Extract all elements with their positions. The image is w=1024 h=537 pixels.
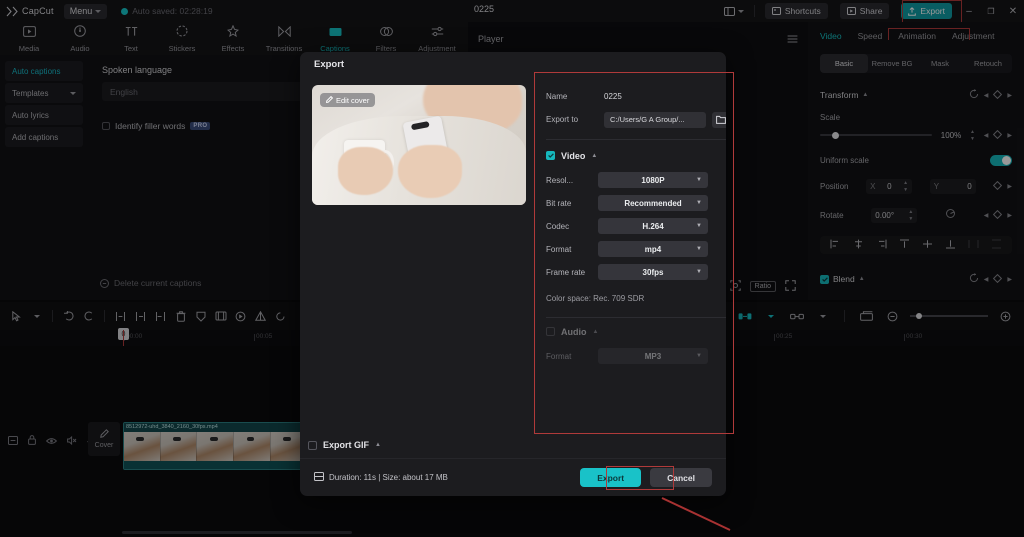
divider	[546, 317, 726, 318]
audio-format-row: Format MP3 ▼	[546, 348, 726, 364]
browse-folder-button[interactable]	[712, 111, 726, 128]
export-path-field[interactable]: C:/Users/G A Group/...	[604, 111, 706, 128]
export-gif-checkbox[interactable]	[308, 440, 317, 450]
export-dialog-title: Export	[314, 59, 345, 70]
bitrate-select[interactable]: Recommended ▼	[598, 195, 708, 211]
framerate-row: Frame rate 30fps ▼	[546, 264, 726, 280]
export-settings-section: Name 0225 Export to C:/Users/G A Group/.…	[538, 77, 726, 432]
audio-format-value: MP3	[644, 351, 662, 361]
resolution-select[interactable]: 1080P ▼	[598, 172, 708, 188]
color-space-label: Color space: Rec. 709 SDR	[546, 294, 645, 303]
export-gif-row: Export GIF ▲	[300, 432, 726, 458]
export-dialog-body: Edit cover Name 0225 Export to C:/Users/…	[300, 77, 726, 432]
audio-format-select: MP3 ▼	[598, 348, 708, 364]
format-value: mp4	[644, 244, 662, 254]
export-dialog-footer: Duration: 11s | Size: about 17 MB Export…	[300, 458, 726, 496]
cover-thumbnail: Edit cover	[312, 85, 526, 205]
footer-buttons: Export Cancel	[580, 468, 712, 487]
format-select[interactable]: mp4 ▼	[598, 241, 708, 257]
video-section-label: Video	[561, 150, 586, 161]
bitrate-value: Recommended	[624, 198, 682, 208]
export-gif-label: Export GIF	[323, 440, 370, 450]
format-row: Format mp4 ▼	[546, 241, 726, 257]
duration-label: Duration: 11s | Size: about 17 MB	[329, 473, 448, 482]
capcut-app-window: CapCut Menu Auto saved: 02:28:19 0225 Sh…	[0, 0, 1024, 537]
framerate-label: Frame rate	[546, 267, 586, 277]
codec-select[interactable]: H.264 ▼	[598, 218, 708, 234]
chevron-up-icon[interactable]: ▲	[375, 442, 381, 448]
export-dialog: Export Edit cover Name 0225 Export to C:…	[300, 52, 726, 496]
video-section-header: Video ▲	[546, 146, 726, 165]
bitrate-label: Bit rate	[546, 198, 572, 208]
framerate-value: 30fps	[642, 267, 664, 277]
resolution-label: Resol...	[546, 175, 574, 185]
framerate-select[interactable]: 30fps ▼	[598, 264, 708, 280]
format-label: Format	[546, 244, 572, 254]
divider	[546, 139, 726, 140]
name-label: Name	[546, 92, 568, 101]
codec-label: Codec	[546, 221, 570, 231]
video-checkbox[interactable]	[546, 151, 555, 160]
chevron-down-icon: ▼	[696, 177, 702, 183]
name-value[interactable]: 0225	[604, 92, 622, 101]
duration-info: Duration: 11s | Size: about 17 MB	[314, 472, 448, 483]
codec-value: H.264	[642, 221, 664, 231]
codec-row: Codec H.264 ▼	[546, 218, 726, 234]
chevron-down-icon: ▼	[696, 246, 702, 252]
chevron-up-icon[interactable]: ▲	[591, 153, 597, 159]
cover-preview-section: Edit cover	[312, 77, 526, 432]
audio-format-label: Format	[546, 351, 572, 361]
edit-cover-label: Edit cover	[336, 95, 370, 105]
film-icon	[314, 472, 324, 483]
name-row: Name 0225	[546, 85, 726, 108]
chevron-down-icon: ▼	[696, 269, 702, 275]
edit-cover-button[interactable]: Edit cover	[320, 93, 376, 107]
resolution-value: 1080P	[641, 175, 665, 185]
export-to-row: Export to C:/Users/G A Group/...	[546, 108, 726, 131]
audio-section-label: Audio	[561, 326, 587, 337]
bitrate-row: Bit rate Recommended ▼	[546, 195, 726, 211]
chevron-down-icon: ▼	[696, 353, 702, 359]
chevron-down-icon: ▼	[696, 200, 702, 206]
chevron-down-icon: ▼	[696, 223, 702, 229]
audio-section-header: Audio ▲	[546, 322, 726, 341]
export-confirm-button[interactable]: Export	[580, 468, 642, 487]
chevron-up-icon[interactable]: ▲	[593, 329, 599, 335]
export-to-label: Export to	[546, 115, 579, 124]
pencil-icon	[326, 95, 334, 105]
resolution-row: Resol... 1080P ▼	[546, 172, 726, 188]
audio-checkbox[interactable]	[546, 327, 555, 336]
cancel-button[interactable]: Cancel	[650, 468, 712, 487]
